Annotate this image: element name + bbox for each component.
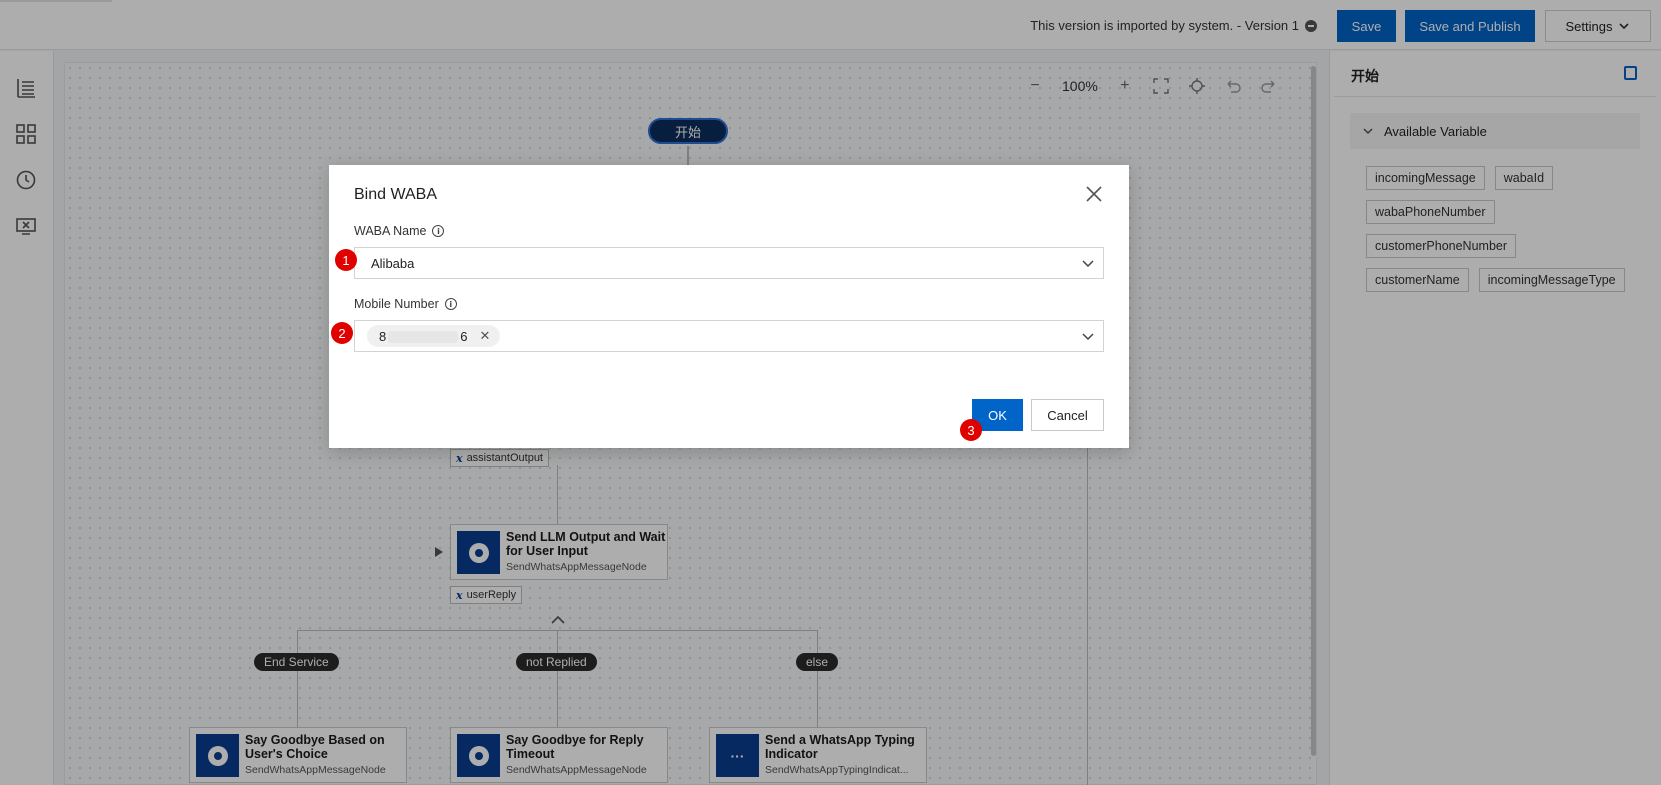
field-label-text: Mobile Number	[354, 297, 439, 311]
step-badge-3: 3	[960, 419, 982, 441]
waba-name-value: Alibaba	[371, 255, 415, 271]
remove-chip-icon[interactable]: ✕	[479, 328, 490, 344]
waba-name-label: WABA Name i	[354, 224, 445, 238]
chip-value: 86	[379, 328, 468, 344]
close-icon[interactable]	[1085, 185, 1103, 203]
mobile-number-select[interactable]: 86 ✕	[354, 320, 1104, 352]
chevron-down-icon	[1082, 333, 1094, 341]
bind-waba-dialog: Bind WABA WABA Name i Alibaba Mobile Num…	[329, 165, 1129, 448]
step-badge-2: 2	[331, 322, 353, 344]
step-badge-1: 1	[335, 249, 357, 271]
redacted-block	[388, 331, 459, 344]
field-label-text: WABA Name	[354, 224, 427, 238]
info-icon[interactable]: i	[432, 225, 445, 237]
dialog-title: Bind WABA	[354, 186, 437, 203]
mobile-number-label: Mobile Number i	[354, 297, 457, 311]
cancel-button[interactable]: Cancel	[1031, 399, 1104, 431]
waba-name-select[interactable]: Alibaba	[354, 247, 1104, 279]
chevron-down-icon	[1082, 260, 1094, 268]
mobile-number-chip[interactable]: 86 ✕	[367, 325, 501, 347]
info-icon[interactable]: i	[444, 298, 457, 310]
